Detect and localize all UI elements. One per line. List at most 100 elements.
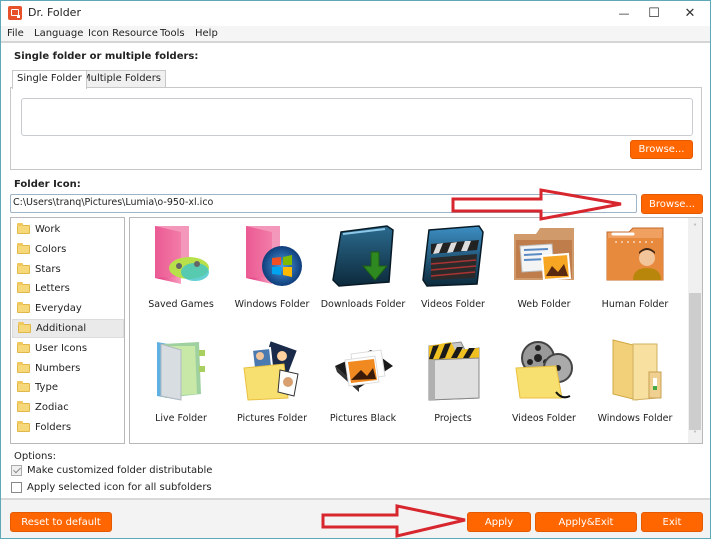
single-folder-panel: Browse... [10, 87, 702, 170]
human-folder-icon [606, 227, 664, 281]
title-bar: Dr. Folder — ☐ ✕ [1, 1, 710, 25]
category-label: Folders [35, 422, 72, 433]
category-item[interactable]: Colors [12, 240, 124, 259]
icon-tile[interactable]: Windows Folder [590, 334, 680, 443]
yellow-folder-icon [612, 339, 662, 401]
icon-tile[interactable]: Videos Folder [499, 334, 589, 443]
folder-icon [17, 242, 30, 254]
folder-icon [17, 262, 30, 274]
icon-label: Windows Folder [234, 299, 310, 310]
icon-tile[interactable]: Web Folder [499, 220, 589, 330]
distributable-checkbox[interactable] [11, 465, 22, 476]
menu-file[interactable]: File [7, 28, 24, 39]
saved-games-folder-icon [155, 226, 209, 284]
minimize-button[interactable]: — [607, 1, 641, 25]
category-item[interactable]: Letters [12, 279, 124, 298]
menu-language[interactable]: Language [34, 28, 83, 39]
folder-icon [17, 381, 30, 393]
web-folder-icon [514, 228, 574, 282]
category-item[interactable]: Folders [12, 418, 124, 437]
folder-icon-section-label: Folder Icon: [14, 179, 81, 190]
maximize-button[interactable]: ☐ [637, 1, 671, 25]
icon-label: Live Folder [155, 413, 207, 424]
icon-grid-scrollbar[interactable]: ˄ ˅ [688, 218, 702, 443]
icon-label: Downloads Folder [320, 299, 406, 310]
category-label: Letters [35, 283, 70, 295]
target-folder-input[interactable] [21, 98, 693, 136]
icon-tile[interactable]: Saved Games [136, 220, 226, 330]
icon-label: Videos Folder [421, 299, 485, 310]
folder-icon [18, 322, 31, 333]
category-label: Stars [35, 263, 61, 275]
category-item[interactable]: Type [12, 378, 124, 397]
icon-tile[interactable]: Videos Folder [408, 220, 498, 330]
category-label: Work [35, 224, 61, 235]
target-browse-button[interactable]: Browse... [630, 140, 693, 159]
subfolders-option[interactable]: Apply selected icon for all subfolders [11, 482, 212, 493]
downloads-folder-icon [332, 225, 394, 287]
distributable-option[interactable]: Make customized folder distributable [11, 465, 212, 476]
icon-tile[interactable]: Windows Folder [227, 220, 317, 330]
window-title: Dr. Folder [28, 6, 81, 19]
tab-multiple-folders[interactable]: Multiple Folders [77, 70, 167, 88]
apply-button[interactable]: Apply [467, 512, 531, 532]
icon-tile[interactable]: Projects [408, 334, 498, 443]
folder-icon [17, 223, 30, 234]
icon-path-input[interactable]: C:\Users\tranq\Pictures\Lumia\o-950-xl.i… [10, 194, 637, 213]
subfolders-checkbox[interactable] [11, 482, 22, 493]
folder-icon [17, 421, 30, 432]
icon-label: Videos Folder [512, 413, 576, 424]
category-label: Numbers [35, 362, 81, 374]
icon-label: Pictures Black [329, 413, 397, 424]
tab-single-folder[interactable]: Single Folder [12, 70, 87, 89]
category-list: Work Colors Stars Letters Everyday Additional… [10, 217, 125, 444]
reset-to-default-button[interactable]: Reset to default [10, 512, 112, 532]
icon-tile[interactable]: Human Folder [590, 220, 680, 330]
icon-label: Human Folder [601, 299, 669, 310]
category-item[interactable]: Additional [12, 319, 124, 338]
folder-icon [17, 361, 30, 373]
category-label: User Icons [35, 342, 88, 354]
icon-tile[interactable]: Downloads Folder [318, 220, 408, 330]
close-button[interactable]: ✕ [673, 1, 707, 25]
folder-icon [17, 341, 30, 353]
icon-browse-button[interactable]: Browse... [641, 194, 703, 214]
category-item[interactable]: Stars [12, 260, 124, 279]
menu-icon-resource[interactable]: Icon Resource [88, 28, 158, 39]
film-reel-folder-icon [515, 341, 573, 399]
category-item[interactable]: Numbers [12, 359, 124, 378]
icon-label: Saved Games [148, 299, 214, 310]
apply-exit-button[interactable]: Apply&Exit [535, 512, 637, 532]
menu-tools[interactable]: Tools [160, 28, 185, 39]
scroll-thumb[interactable] [689, 293, 701, 430]
app-window: Dr. Folder — ☐ ✕ File Language Icon Reso… [0, 0, 711, 539]
icon-tile[interactable]: Pictures Black [318, 334, 408, 443]
footer-bar: Reset to default Apply Apply&Exit Exit [1, 498, 710, 538]
options-label: Options: [14, 451, 56, 462]
clapperboard-folder-icon [422, 225, 484, 287]
exit-button[interactable]: Exit [641, 512, 703, 532]
scroll-down-icon[interactable]: ˅ [688, 427, 702, 441]
scroll-up-icon[interactable]: ˄ [688, 220, 702, 234]
target-section-label: Single folder or multiple folders: [14, 51, 199, 62]
pictures-folder-icon [243, 338, 300, 401]
icon-label: Web Folder [517, 299, 571, 310]
pictures-black-icon [335, 349, 393, 392]
icon-label: Windows Folder [597, 413, 673, 424]
icon-label: Projects [434, 413, 472, 424]
icon-tile[interactable]: Live Folder [136, 334, 226, 443]
category-item[interactable]: User Icons [12, 339, 124, 358]
category-item[interactable]: Zodiac [12, 398, 124, 417]
category-label: Zodiac [35, 402, 69, 414]
menu-bar: File Language Icon Resource Tools Help [1, 26, 710, 43]
category-label: Type [35, 382, 58, 394]
category-label: Colors [35, 243, 67, 255]
icon-tile[interactable]: Pictures Folder [227, 334, 317, 443]
category-item[interactable]: Everyday [12, 299, 124, 318]
app-logo-icon [8, 6, 22, 20]
category-item[interactable]: Work [12, 220, 124, 239]
live-folder-icon [157, 342, 205, 401]
folder-icon [17, 302, 30, 314]
menu-help[interactable]: Help [195, 28, 218, 39]
icon-label: Pictures Folder [237, 413, 307, 424]
